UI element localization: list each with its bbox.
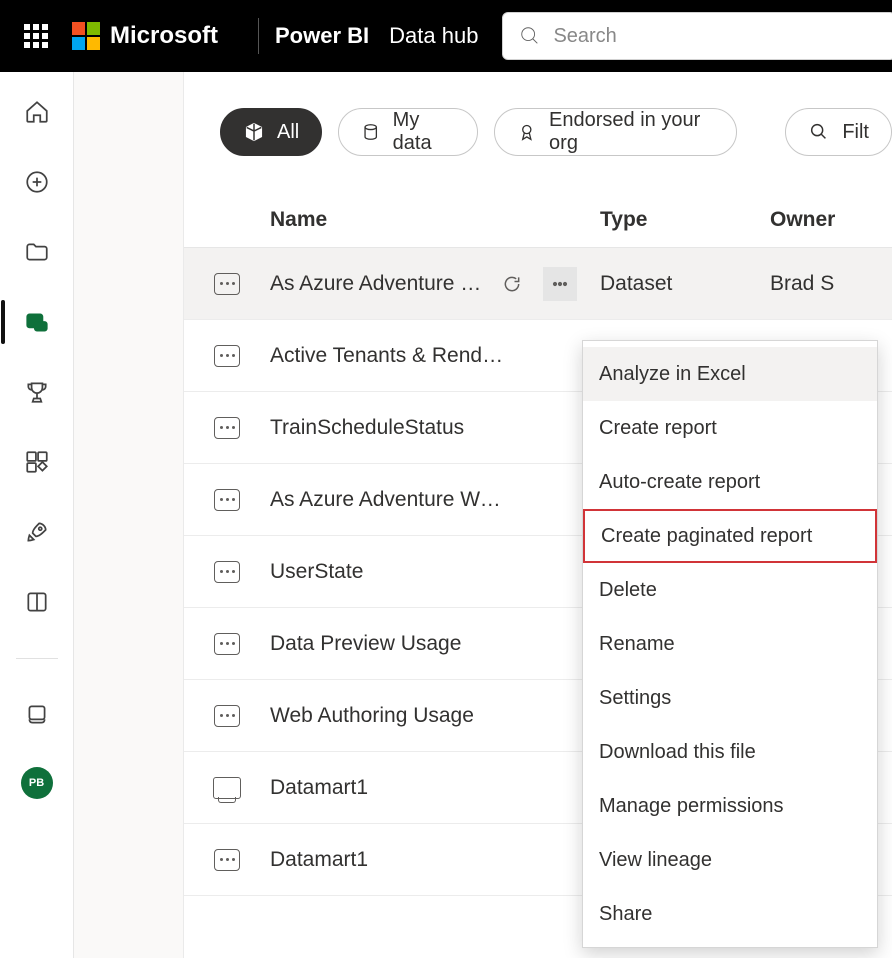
row-name: UserState (270, 560, 363, 584)
chip-label: Endorsed in your org (549, 109, 714, 155)
nav-learn[interactable] (17, 584, 53, 620)
context-menu-item[interactable]: Delete (583, 563, 877, 617)
col-type[interactable]: Type (600, 208, 770, 232)
context-menu-item[interactable]: Settings (583, 671, 877, 725)
folder-icon (24, 239, 50, 265)
chip-label: Filt (842, 121, 869, 144)
row-type-icon (184, 633, 270, 655)
row-name: As Azure Adventure … (270, 272, 481, 296)
context-menu-item[interactable]: Auto-create report (583, 455, 877, 509)
trophy-icon (24, 379, 50, 405)
breadcrumb[interactable]: Data hub (389, 23, 478, 49)
row-type-icon (184, 777, 270, 799)
row-name: TrainScheduleStatus (270, 416, 464, 440)
chip-my-data[interactable]: My data (338, 108, 478, 156)
row-name: Active Tenants & Renders (270, 344, 510, 368)
nav-browse[interactable] (17, 234, 53, 270)
context-menu-item[interactable]: View lineage (583, 833, 877, 887)
row-name-cell[interactable]: TrainScheduleStatus (270, 416, 600, 440)
context-menu-item[interactable]: Manage permissions (583, 779, 877, 833)
data-hub-icon (24, 309, 50, 335)
filter-chips: All My data Endorsed in your org Filt (184, 72, 892, 156)
app-launcher-button[interactable] (0, 0, 72, 72)
nav-metrics[interactable] (17, 374, 53, 410)
row-name-cell[interactable]: Web Authoring Usage (270, 704, 600, 728)
context-menu-item[interactable]: Analyze in Excel (583, 347, 877, 401)
context-menu: Analyze in ExcelCreate reportAuto-create… (582, 340, 878, 948)
microsoft-logo-icon (72, 22, 100, 50)
row-name: As Azure Adventure Works II (270, 488, 510, 512)
divider (258, 18, 259, 54)
chip-endorsed[interactable]: Endorsed in your org (494, 108, 737, 156)
row-owner: Brad S (770, 272, 892, 296)
plus-circle-icon (24, 169, 50, 195)
row-name-cell[interactable]: UserState (270, 560, 600, 584)
cube-icon (243, 121, 265, 143)
col-name[interactable]: Name (270, 208, 600, 232)
database-icon (361, 121, 380, 143)
left-nav-rail: PB (0, 72, 74, 958)
search-icon (808, 121, 830, 143)
row-type-icon (184, 561, 270, 583)
search-input[interactable] (553, 25, 879, 48)
context-menu-item[interactable]: Download this file (583, 725, 877, 779)
home-icon (24, 99, 50, 125)
chip-label: My data (393, 109, 456, 155)
rail-separator (16, 658, 58, 659)
row-name-cell[interactable]: Datamart1 (270, 848, 600, 872)
top-bar: Microsoft Power BI Data hub (0, 0, 892, 72)
context-menu-item[interactable]: Create report (583, 401, 877, 455)
col-owner[interactable]: Owner (770, 208, 892, 232)
row-type-icon (184, 489, 270, 511)
table-row[interactable]: As Azure Adventure … DatasetBrad S (184, 248, 892, 320)
row-type-icon (184, 849, 270, 871)
context-menu-item[interactable]: Share (583, 887, 877, 941)
chip-filter[interactable]: Filt (785, 108, 892, 156)
apps-icon (24, 449, 50, 475)
nav-workspaces[interactable] (17, 697, 53, 733)
row-name: Web Authoring Usage (270, 704, 474, 728)
row-type-icon (184, 345, 270, 367)
row-name: Datamart1 (270, 776, 368, 800)
book-icon (24, 589, 50, 615)
row-name-cell[interactable]: As Azure Adventure Works II (270, 488, 600, 512)
row-type-icon (184, 705, 270, 727)
ribbon-icon (517, 121, 537, 143)
row-name: Data Preview Usage (270, 632, 461, 656)
nav-deployment[interactable] (17, 514, 53, 550)
secondary-pane (74, 72, 184, 958)
row-type: Dataset (600, 272, 770, 296)
rocket-icon (24, 519, 50, 545)
company-name: Microsoft (110, 22, 218, 50)
microsoft-logo[interactable]: Microsoft (72, 22, 218, 50)
workspaces-icon (24, 702, 50, 728)
row-name-cell[interactable]: Active Tenants & Renders (270, 344, 600, 368)
context-menu-item[interactable]: Create paginated report (583, 509, 877, 563)
search-icon (519, 25, 541, 47)
product-name[interactable]: Power BI (275, 23, 369, 49)
chip-all[interactable]: All (220, 108, 322, 156)
row-name-cell[interactable]: As Azure Adventure … (270, 267, 600, 301)
row-type-icon (184, 273, 270, 295)
row-name: Datamart1 (270, 848, 368, 872)
nav-home[interactable] (17, 94, 53, 130)
row-type-icon (184, 417, 270, 439)
nav-data-hub[interactable] (17, 304, 53, 340)
context-menu-item[interactable]: Rename (583, 617, 877, 671)
row-name-cell[interactable]: Datamart1 (270, 776, 600, 800)
nav-apps[interactable] (17, 444, 53, 480)
row-name-cell[interactable]: Data Preview Usage (270, 632, 600, 656)
more-options-button[interactable] (543, 267, 577, 301)
chip-label: All (277, 121, 299, 144)
table-header: Name Type Owner (184, 192, 892, 248)
search-box[interactable] (502, 12, 892, 60)
user-avatar[interactable]: PB (21, 767, 53, 799)
waffle-icon (24, 24, 48, 48)
refresh-button[interactable] (495, 267, 529, 301)
nav-create[interactable] (17, 164, 53, 200)
main-content: All My data Endorsed in your org Filt Na… (184, 72, 892, 958)
